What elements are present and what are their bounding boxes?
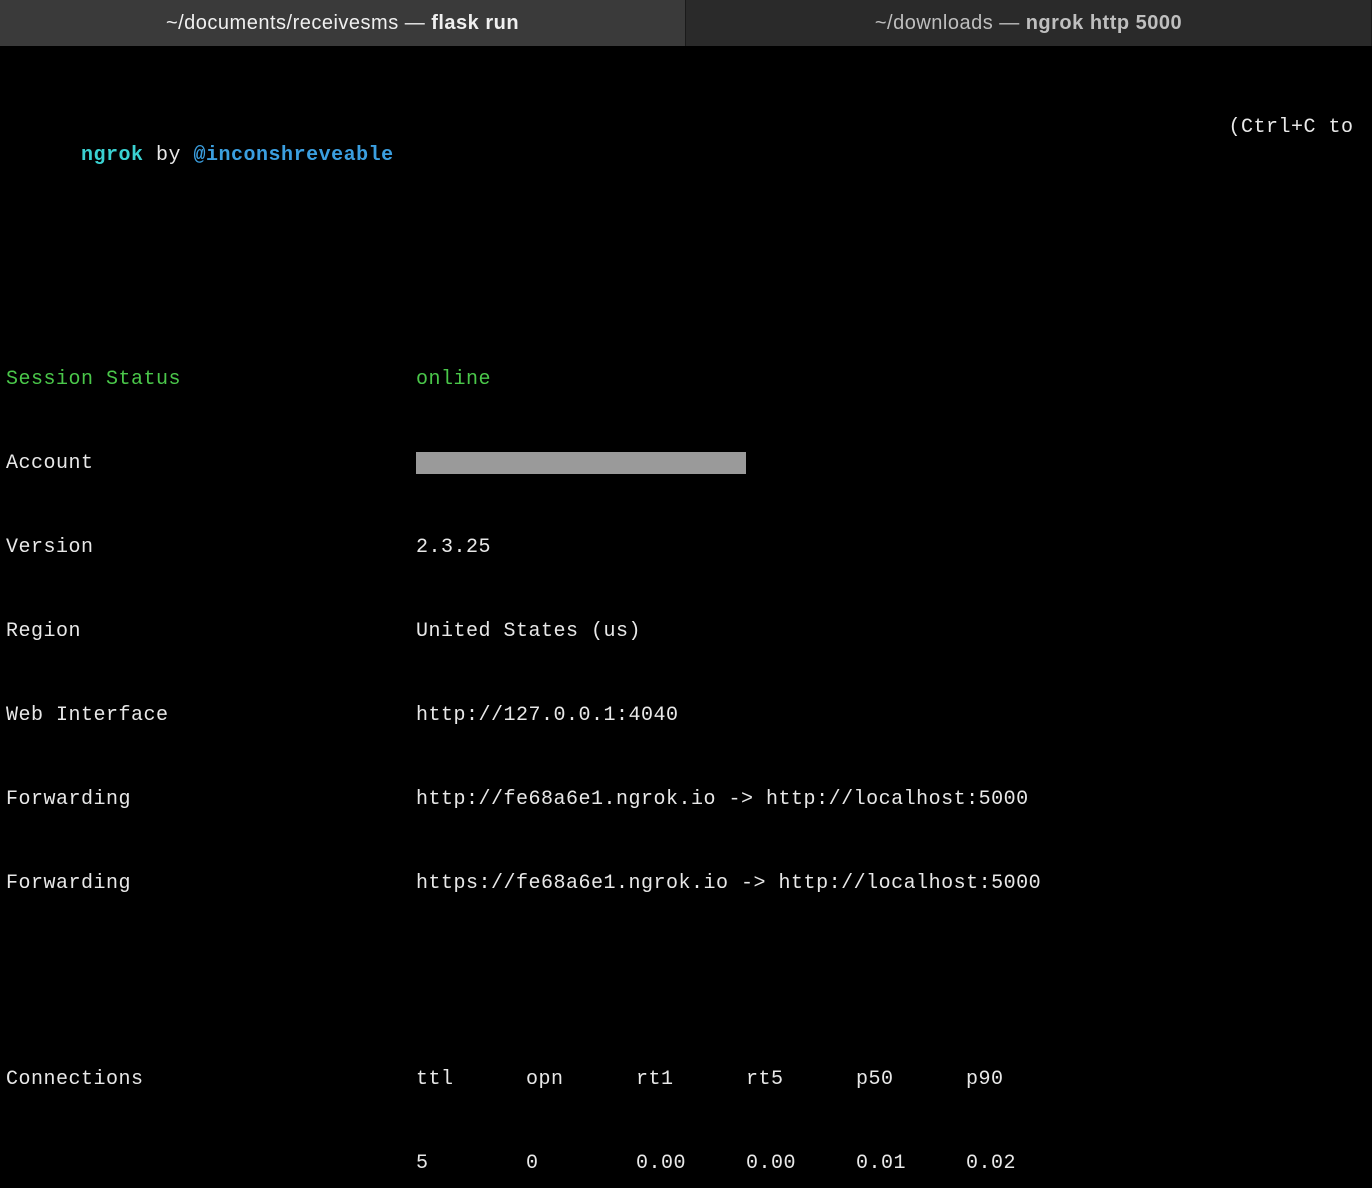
connections-headers: ttlopnrt1rt5p50p90 — [416, 1066, 1076, 1094]
forwarding-https-value: https://fe68a6e1.ngrok.io -> http://loca… — [416, 870, 1041, 898]
account-label: Account — [6, 450, 416, 478]
version-label: Version — [6, 534, 416, 562]
tab-flask-run[interactable]: ~/documents/receivesms — flask run — [0, 0, 686, 46]
tab-path: ~/documents/receivesms — [166, 12, 399, 35]
connections-header-row: Connections ttlopnrt1rt5p50p90 — [6, 1066, 1366, 1094]
connections-values: 500.000.000.010.02 — [416, 1150, 1076, 1178]
web-interface-row: Web Interface http://127.0.0.1:4040 — [6, 702, 1366, 730]
forwarding-http-value: http://fe68a6e1.ngrok.io -> http://local… — [416, 786, 1029, 814]
session-status-row: Session Status online — [6, 366, 1366, 394]
version-value: 2.3.25 — [416, 534, 491, 562]
tab-path: ~/downloads — [875, 12, 993, 35]
account-redacted — [416, 452, 746, 474]
by-text: by — [144, 144, 194, 167]
web-interface-label: Web Interface — [6, 702, 416, 730]
ngrok-header: ngrok by @inconshreveable (Ctrl+C to — [6, 114, 1366, 198]
terminal-output: ngrok by @inconshreveable (Ctrl+C to Ses… — [0, 46, 1372, 1188]
forwarding-http-row: Forwarding http://fe68a6e1.ngrok.io -> h… — [6, 786, 1366, 814]
author-handle: @inconshreveable — [194, 144, 394, 167]
account-row: Account — [6, 450, 1366, 478]
tab-bar: ~/documents/receivesms — flask run ~/dow… — [0, 0, 1372, 46]
tab-separator: — — [405, 12, 426, 35]
web-interface-value: http://127.0.0.1:4040 — [416, 702, 679, 730]
connections-label: Connections — [6, 1066, 416, 1094]
forwarding-https-row: Forwarding https://fe68a6e1.ngrok.io -> … — [6, 870, 1366, 898]
region-value: United States (us) — [416, 618, 641, 646]
region-row: Region United States (us) — [6, 618, 1366, 646]
forwarding-label: Forwarding — [6, 870, 416, 898]
app-name: ngrok — [81, 144, 144, 167]
tab-command: ngrok http 5000 — [1026, 12, 1182, 35]
quit-hint: (Ctrl+C to — [1228, 114, 1366, 198]
tab-ngrok[interactable]: ~/downloads — ngrok http 5000 — [686, 0, 1372, 46]
forwarding-label: Forwarding — [6, 786, 416, 814]
tab-separator: — — [999, 12, 1020, 35]
tab-command: flask run — [431, 12, 519, 35]
connections-values-row: 500.000.000.010.02 — [6, 1150, 1366, 1178]
session-status-label: Session Status — [6, 366, 416, 394]
version-row: Version 2.3.25 — [6, 534, 1366, 562]
session-status-value: online — [416, 366, 491, 394]
region-label: Region — [6, 618, 416, 646]
